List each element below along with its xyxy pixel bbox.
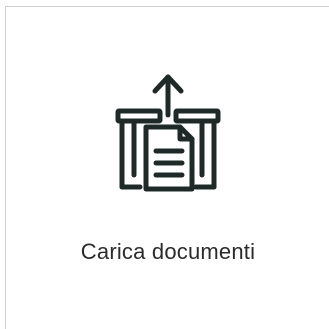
tile-label: Carica documenti (80, 239, 256, 264)
upload-document-icon (104, 71, 232, 199)
upload-documents-tile[interactable]: Carica documenti (5, 6, 329, 329)
